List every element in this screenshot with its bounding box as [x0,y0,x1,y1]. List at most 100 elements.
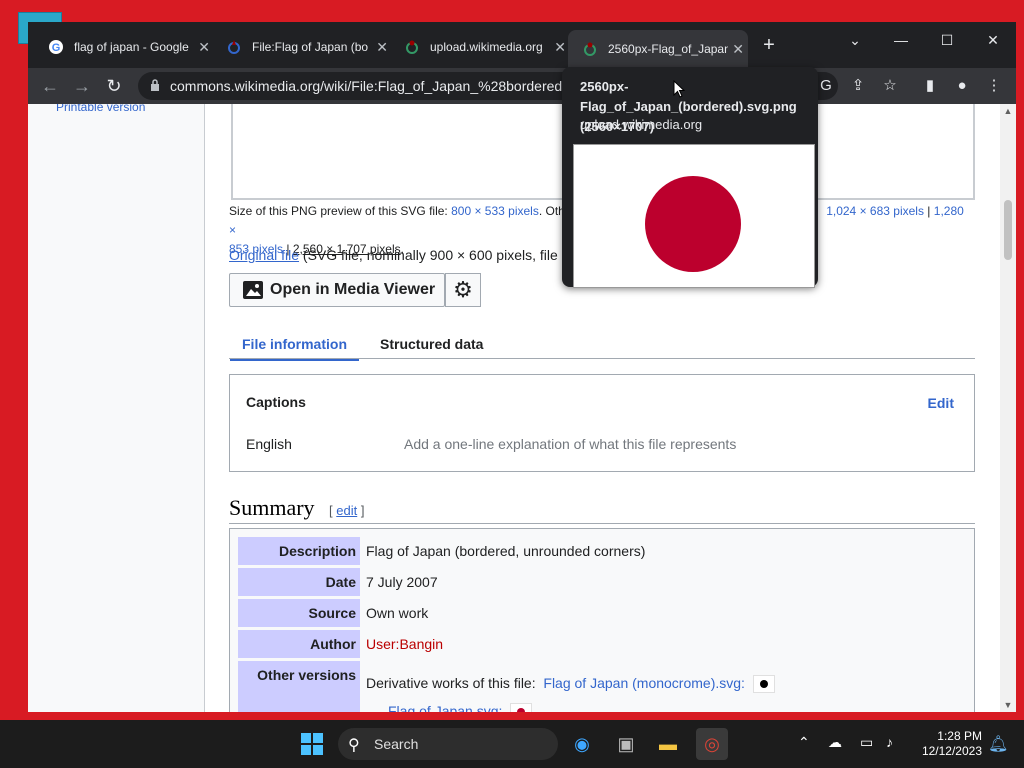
file-tabs: File information Structured data [229,330,975,361]
row-key: Other versions [238,661,360,712]
bookmark-star-icon[interactable]: ☆ [878,74,902,98]
search-icon: ⚲ [348,737,360,754]
bracket: ] [360,503,365,518]
other-versions-value: Derivative works of this file: Flag of J… [366,669,775,697]
flag-thumbnail[interactable] [510,703,533,712]
caption-input[interactable]: Add a one-line explanation of what this … [404,436,736,452]
gear-icon[interactable]: ⚙ [445,273,481,307]
share-icon[interactable]: ⇪ [846,74,870,98]
scrollbar[interactable]: ▲ ▼ [1000,104,1016,712]
volume-icon[interactable]: ♪ [886,734,893,750]
hover-card-preview [573,144,815,288]
chevron-up-icon[interactable]: ⌃ [798,734,810,751]
hover-card-host: upload.wikimedia.org [580,117,703,132]
original-file-info: (SVG file, nominally 900 × 600 pixels, f… [302,247,558,263]
close-window-button[interactable]: ✕ [970,26,1016,54]
svg-text:G: G [52,42,61,54]
minimize-button[interactable]: — [878,26,924,54]
url-text: commons.wikimedia.org/wiki/File:Flag_of_… [170,78,570,94]
scroll-up-icon[interactable]: ▲ [1000,106,1016,116]
edge-icon[interactable]: ◉ [566,728,598,760]
back-icon[interactable]: ← [38,74,62,98]
task-view-icon[interactable]: ▣ [610,728,642,760]
caption-language: English [246,436,292,452]
other-version-line-2: Flag of Japan.svg: [388,697,533,712]
notification-bell-icon[interactable]: 🔔︎ [988,734,1008,754]
tab-structured-data[interactable]: Structured data [380,336,483,352]
side-panel-icon[interactable]: ▮ [918,74,942,98]
media-viewer-label: Open in Media Viewer [270,281,436,298]
size-prefix: Size of this PNG preview of this SVG fil… [229,204,448,218]
search-label: Search [374,736,419,752]
row-value: Flag of Japan (bordered, unrounded corne… [366,543,646,559]
open-media-viewer-button[interactable]: Open in Media Viewer [229,273,445,307]
tab-upload-wikimedia[interactable]: upload.wikimedia.org ✕ [390,32,570,62]
tab-file-information[interactable]: File information [230,336,359,361]
tab-strip: G flag of japan - Google ✕ File:Flag of … [28,22,1016,68]
summary-heading: Summary [ edit ] [229,495,975,524]
row-value: Own work [366,605,429,621]
wikimedia-commons-icon [228,40,240,54]
tab-title: 2560px-Flag_of_Japan [608,42,729,56]
flag-disc [645,176,741,272]
row-key: Date [238,568,360,596]
new-tab-button[interactable]: + [758,34,780,56]
profile-icon[interactable]: ● [950,74,974,98]
derivative-label: Derivative works of this file: [366,675,536,691]
clock-time: 1:28 PM [937,729,982,743]
wikimedia-icon [406,40,418,54]
summary-table: Description Flag of Japan (bordered, unr… [229,528,975,712]
wiki-sidebar: Printable version [28,104,205,712]
size-separator: | [927,204,931,218]
image-icon [243,281,263,299]
size-link-1024[interactable]: 1,024 × 683 pixels [826,204,924,218]
scroll-down-icon[interactable]: ▼ [1000,700,1016,710]
row-key: Description [238,537,360,565]
author-link[interactable]: User:Bangin [366,636,443,652]
maximize-button[interactable]: ☐ [924,26,970,54]
printable-version-link[interactable]: Printable version [56,104,145,114]
cloud-icon[interactable]: ☁ [828,734,842,751]
captions-heading: Captions [246,394,306,410]
tab-google[interactable]: G flag of japan - Google ✕ [34,32,214,62]
lock-icon [151,79,159,91]
page-content: Printable version Size of this PNG previ… [28,104,1016,712]
chrome-icon[interactable]: ◎ [696,728,728,760]
display-icon[interactable]: ▭ [860,734,873,751]
windows-start-icon[interactable] [300,732,324,756]
original-file-link[interactable]: Original file [229,247,299,263]
tab-title: upload.wikimedia.org [430,40,543,54]
taskbar: ⚲ Search ◉ ▣ ▬ ◎ ⌃ ☁ ▭ ♪ 1:28 PM 12/12/2… [0,720,1024,768]
captions-edit-link[interactable]: Edit [928,395,954,411]
summary-edit-link[interactable]: edit [336,503,357,518]
browser-window: G flag of japan - Google ✕ File:Flag of … [28,22,1016,712]
clock-date: 12/12/2023 [921,744,982,758]
original-file-line: Original file (SVG file, nominally 900 ×… [229,247,558,263]
menu-icon[interactable]: ⋮ [982,74,1006,98]
bracket: [ [329,503,333,518]
mouse-cursor-icon [673,80,685,98]
tab-search-icon[interactable]: ⌄ [832,26,878,54]
forward-icon[interactable]: → [70,74,94,98]
row-key: Source [238,599,360,627]
tab-commons-file[interactable]: File:Flag of Japan (bo ✕ [212,32,392,62]
monocrome-svg-link[interactable]: Flag of Japan (monocrome).svg [543,675,741,691]
tab-flag-png[interactable]: 2560px-Flag_of_Japan ✕ [568,30,748,68]
google-icon: G [49,40,63,54]
close-tab-icon[interactable]: ✕ [728,41,748,58]
desktop-background [0,0,28,720]
flag-svg-link[interactable]: Flag of Japan.svg: [388,703,502,712]
monocrome-thumbnail[interactable] [752,675,775,694]
tab-hover-card: 2560px-Flag_of_Japan_(bordered).svg.png … [562,67,818,288]
reload-icon[interactable]: ↻ [102,74,126,98]
size-link-800[interactable]: 800 × 533 pixels [451,204,539,218]
tab-title: flag of japan - Google [74,40,189,54]
row-value: 7 July 2007 [366,574,438,590]
clock[interactable]: 1:28 PM 12/12/2023 [918,729,982,759]
file-explorer-icon[interactable]: ▬ [652,728,684,760]
taskbar-search[interactable]: ⚲ Search [338,728,558,760]
scrollbar-thumb[interactable] [1004,200,1012,260]
captions-box: Captions Edit English Add a one-line exp… [229,374,975,472]
row-key: Author [238,630,360,658]
wikimedia-icon [584,42,596,56]
